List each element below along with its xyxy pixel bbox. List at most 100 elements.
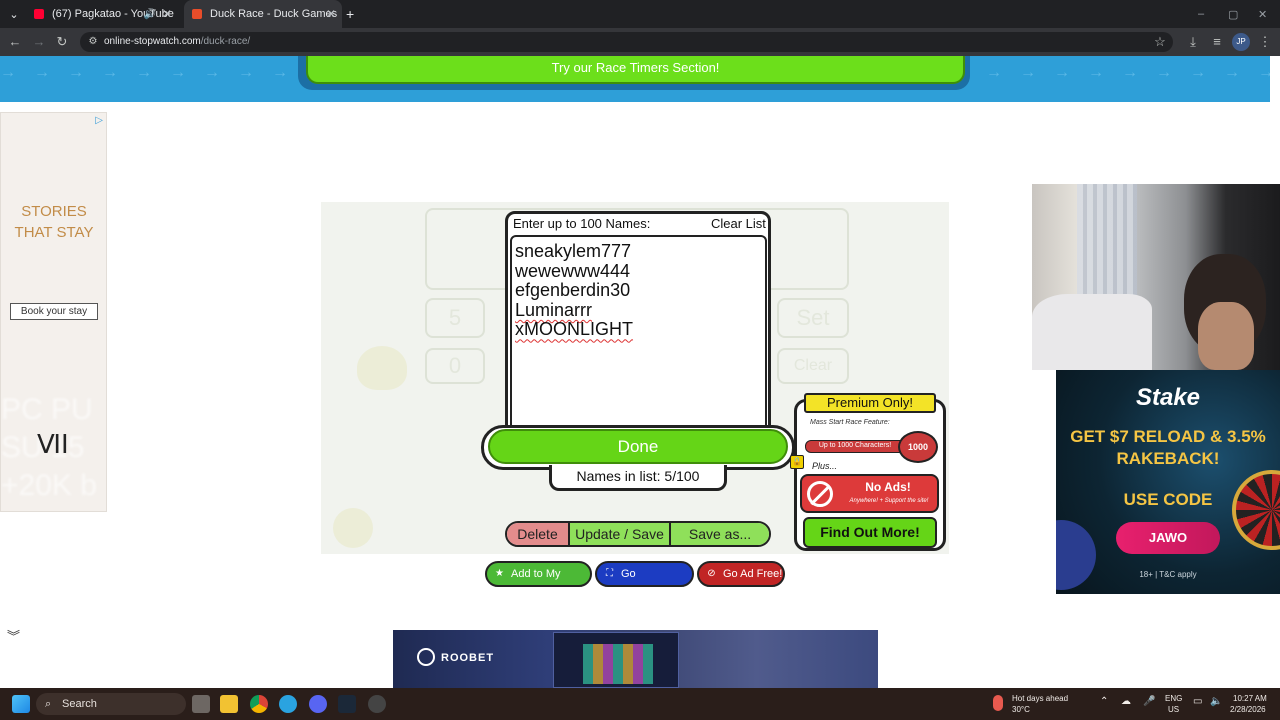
name-entry: efgenberdin30 <box>515 280 631 301</box>
bookmark-star-icon[interactable]: ☆ <box>1151 33 1169 51</box>
faded-clear-button: Clear <box>777 348 849 384</box>
race-timers-button[interactable]: Try our Race Timers Section! <box>306 56 965 84</box>
url-host: online-stopwatch.com <box>104 36 201 47</box>
ad-headline: GET $7 RELOAD & 3.5% RAKEBACK! <box>1070 427 1266 468</box>
lock-icon: 🔒 <box>790 455 804 469</box>
faded-set-button: Set <box>777 298 849 338</box>
file-explorer-icon[interactable] <box>220 695 238 713</box>
webcam-person-face <box>1198 302 1254 370</box>
faded-key-5: 5 <box>425 298 485 338</box>
reload-icon[interactable]: ↻ <box>53 33 71 51</box>
reading-list-icon[interactable]: ≡ <box>1208 33 1226 51</box>
names-textarea[interactable]: sneakylem777 wewewww444 efgenberdin30 Lu… <box>510 235 767 427</box>
menu-kebab-icon[interactable]: ⋮ <box>1256 33 1274 51</box>
faded-duck-icon-2 <box>333 508 373 548</box>
weather-title[interactable]: Hot days ahead <box>1012 694 1068 704</box>
weather-temp: 30°C <box>1012 705 1030 714</box>
names-dialog-title: Enter up to 100 Names: <box>513 216 651 231</box>
go-fullscreen-label: Go Fullscreen! <box>621 568 675 602</box>
terms-text: 18+ | T&C apply <box>1139 570 1197 579</box>
name-entry: sneakylem777 <box>515 241 632 261</box>
taskbar-search[interactable]: ⌕ Search <box>36 693 186 715</box>
task-view-icon[interactable] <box>192 695 210 713</box>
book-your-stay-button[interactable]: Book your stay <box>10 303 98 320</box>
download-icon[interactable]: ⤓ <box>1184 33 1202 51</box>
back-arrow-icon[interactable]: ← <box>6 33 24 51</box>
collapse-chevron-icon[interactable]: ︾ <box>7 626 23 644</box>
audio-playing-icon[interactable]: 🔊 <box>144 9 156 20</box>
volume-icon[interactable]: 🔈 <box>1210 697 1222 707</box>
find-out-more-button[interactable]: Find Out More! <box>803 517 937 548</box>
fullscreen-icon: ⛶ <box>606 568 613 579</box>
language-top[interactable]: ENG <box>1165 694 1182 704</box>
faded-key-0: 0 <box>425 348 485 384</box>
gallery-logo-icon: ⅥⅠ <box>37 429 69 459</box>
tray-overflow-icon[interactable]: ⌃ <box>1100 697 1108 707</box>
new-tab-button[interactable]: + <box>346 0 362 28</box>
discord-icon[interactable] <box>309 695 327 713</box>
go-ad-free-button[interactable]: ⊘ Go Ad Free! <box>697 561 785 587</box>
delete-button[interactable]: Delete <box>507 523 570 545</box>
clock-date: 2/28/2026 <box>1230 705 1266 714</box>
profile-avatar[interactable]: JP <box>1232 33 1250 51</box>
list-actions-group: Delete Update / Save Save as... <box>505 521 771 547</box>
language-bottom: US <box>1168 705 1180 714</box>
no-ads-button[interactable]: No Ads! Anywhere! + Support the site! <box>800 474 939 513</box>
left-advertisement[interactable]: ▷ STORIES THAT STAY Book your stay PC PU… <box>0 112 107 512</box>
microphone-icon[interactable]: 🎤 <box>1143 697 1155 707</box>
forward-arrow-icon[interactable]: → <box>30 33 48 51</box>
adchoices-icon[interactable]: ▷ <box>95 115 103 126</box>
webcam-overlay <box>1032 184 1280 370</box>
tab-title: Duck Race - Duck Games <box>210 8 338 20</box>
ad-roulette-graphic <box>1232 470 1280 550</box>
tab-duck-race[interactable]: Duck Race - Duck Games ✕ <box>184 0 342 28</box>
character-limit-bulb: 1000 <box>898 431 938 463</box>
names-count: Names in list: 5/100 <box>549 465 727 491</box>
windows-start-icon[interactable] <box>12 695 30 713</box>
clock-time[interactable]: 10:27 AM <box>1233 694 1267 704</box>
roobet-logo-icon <box>417 648 435 666</box>
name-entry: xMOONLIGHT <box>515 319 634 340</box>
url-text[interactable]: online-stopwatch.com/duck-race/ <box>104 35 250 49</box>
add-to-my-page-label: Add to My Page! <box>511 568 561 602</box>
tab-search-icon[interactable]: ⌄ <box>4 0 24 28</box>
telegram-icon[interactable] <box>279 695 297 713</box>
stake-advertisement[interactable]: Stake GET $7 RELOAD & 3.5% RAKEBACK! USE… <box>1056 370 1280 594</box>
close-tab-icon[interactable]: ✕ <box>162 7 172 21</box>
minimize-icon[interactable]: – <box>1198 0 1210 28</box>
premium-title: Premium Only! <box>804 393 936 413</box>
name-entry: Luminarrr <box>515 299 593 320</box>
window-close-icon[interactable]: ✕ <box>1258 0 1270 28</box>
browser-tab-strip: ⌄ (67) Pagkatao - YouTube 🔊 ✕ Duck Race … <box>0 0 1280 28</box>
youtube-favicon-icon <box>34 9 44 19</box>
ad-ball-graphic <box>1056 520 1096 590</box>
roobet-logo: ROOBET <box>417 648 494 666</box>
tab-youtube[interactable]: (67) Pagkatao - YouTube 🔊 ✕ <box>28 0 178 28</box>
go-fullscreen-button[interactable]: ⛶ Go Fullscreen! <box>595 561 694 602</box>
save-as-button[interactable]: Save as... <box>671 523 769 545</box>
stake-logo: Stake <box>1135 384 1201 411</box>
character-limit-bar: Up to 1000 Characters! <box>805 440 905 453</box>
promo-code-button[interactable]: JAWO <box>1116 522 1220 554</box>
network-icon[interactable]: ▭ <box>1193 697 1202 707</box>
site-info-icon[interactable]: ⚙ <box>84 33 102 51</box>
faded-duck-icon <box>357 346 407 390</box>
taskbar-search-label: Search <box>62 698 97 710</box>
no-ads-title: No Ads! <box>865 480 911 494</box>
no-ads-subtitle: Anywhere! + Support the site! <box>849 498 929 504</box>
steam-icon[interactable] <box>338 695 356 713</box>
chrome-icon[interactable] <box>250 695 268 713</box>
url-path: /duck-race/ <box>200 36 251 47</box>
premium-feature-text: Mass Start Race Feature: <box>810 419 890 426</box>
use-code-label: USE CODE <box>1123 490 1213 509</box>
update-save-button[interactable]: Update / Save <box>570 523 671 545</box>
clear-list-button[interactable]: Clear List <box>711 216 766 231</box>
close-tab-icon[interactable]: ✕ <box>326 7 336 21</box>
star-icon: ★ <box>495 568 504 579</box>
done-button[interactable]: Done <box>488 429 788 464</box>
obs-icon[interactable] <box>368 695 386 713</box>
maximize-icon[interactable]: ▢ <box>1228 0 1240 28</box>
cloud-icon[interactable]: ☁ <box>1121 697 1131 707</box>
roobet-advertisement[interactable]: ROOBET <box>393 630 878 688</box>
add-to-my-page-button[interactable]: ★ Add to My Page! <box>485 561 592 602</box>
